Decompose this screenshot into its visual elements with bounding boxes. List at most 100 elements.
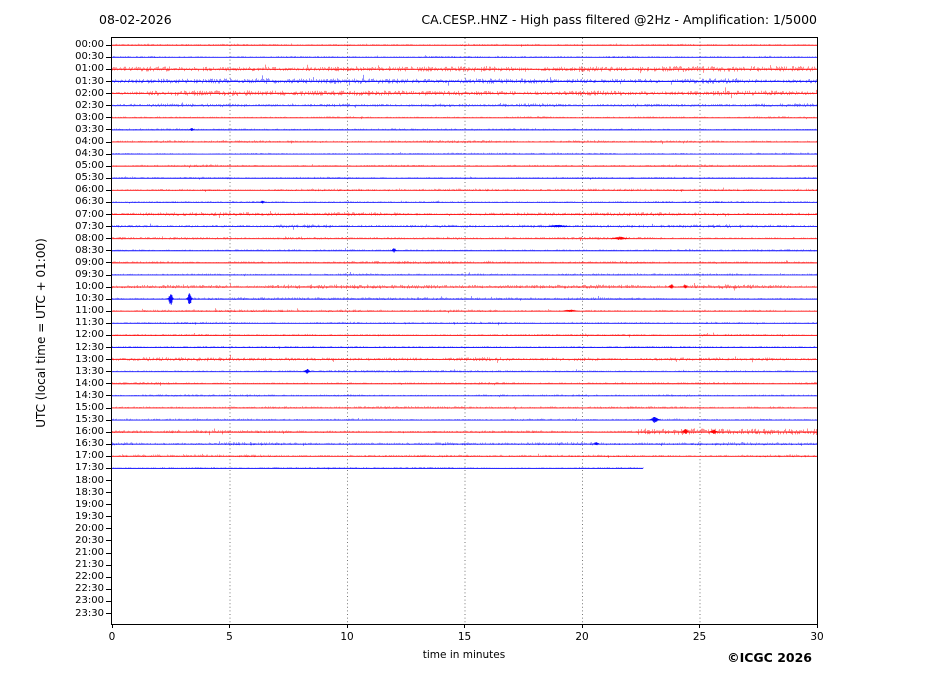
y-tick-mark bbox=[106, 117, 111, 119]
y-tick-mark bbox=[106, 238, 111, 240]
y-tick-label: 02:30 bbox=[75, 99, 104, 111]
y-tick-mark bbox=[106, 588, 111, 590]
y-tick-label: 13:30 bbox=[75, 365, 104, 377]
helicorder-canvas bbox=[112, 38, 817, 623]
y-tick-label: 05:30 bbox=[75, 172, 104, 184]
x-tick-label: 25 bbox=[692, 631, 707, 643]
y-tick-label: 11:30 bbox=[75, 317, 104, 329]
x-tick-label: 30 bbox=[810, 631, 824, 643]
y-tick-mark bbox=[106, 467, 111, 469]
y-tick-label: 22:30 bbox=[75, 583, 104, 595]
y-tick-label: 10:00 bbox=[75, 281, 104, 293]
x-tick-mark bbox=[111, 624, 113, 628]
y-tick-mark bbox=[106, 274, 111, 276]
y-tick-mark bbox=[106, 455, 111, 457]
y-tick-mark bbox=[106, 528, 111, 530]
y-tick-label: 19:00 bbox=[75, 498, 104, 510]
y-tick-label: 07:00 bbox=[75, 208, 104, 220]
y-tick-label: 18:00 bbox=[75, 474, 104, 486]
y-tick-mark bbox=[106, 492, 111, 494]
y-tick-label: 07:30 bbox=[75, 220, 104, 232]
y-tick-mark bbox=[106, 419, 111, 421]
x-tick-mark bbox=[464, 624, 465, 628]
y-tick-label: 22:00 bbox=[75, 571, 104, 583]
y-tick-mark bbox=[106, 322, 111, 324]
y-tick-label: 18:30 bbox=[75, 486, 104, 498]
x-tick-label: 10 bbox=[340, 631, 354, 643]
y-tick-mark bbox=[106, 504, 111, 506]
y-tick-mark bbox=[106, 105, 111, 107]
y-tick-label: 08:30 bbox=[75, 244, 104, 256]
y-tick-mark bbox=[106, 443, 111, 445]
plot-title: CA.CESP..HNZ - High pass filtered @2Hz -… bbox=[421, 12, 817, 27]
y-tick-mark bbox=[106, 214, 111, 216]
y-tick-label: 11:00 bbox=[75, 305, 104, 317]
y-tick-mark bbox=[106, 44, 111, 46]
y-tick-label: 09:00 bbox=[75, 256, 104, 268]
y-tick-mark bbox=[106, 564, 111, 566]
y-tick-label: 17:30 bbox=[75, 462, 104, 474]
copyright-credit: ©ICGC 2026 bbox=[727, 650, 812, 665]
y-tick-mark bbox=[106, 600, 111, 602]
y-tick-mark bbox=[106, 93, 111, 95]
y-tick-label: 09:30 bbox=[75, 269, 104, 280]
y-tick-mark bbox=[106, 129, 111, 131]
y-tick-mark bbox=[106, 226, 111, 228]
y-tick-mark bbox=[106, 177, 111, 179]
y-tick-label: 20:30 bbox=[75, 534, 104, 546]
y-tick-label: 23:30 bbox=[75, 607, 104, 619]
y-tick-label: 08:00 bbox=[75, 232, 104, 244]
x-tick-mark bbox=[346, 624, 348, 628]
y-tick-mark bbox=[106, 613, 111, 615]
y-tick-mark bbox=[106, 286, 111, 288]
y-tick-label: 06:00 bbox=[75, 184, 104, 196]
y-tick-mark bbox=[106, 141, 111, 143]
y-tick-label: 16:00 bbox=[75, 426, 104, 438]
y-tick-mark bbox=[106, 262, 111, 264]
y-tick-mark bbox=[106, 298, 111, 300]
y-tick-label: 16:30 bbox=[75, 438, 104, 450]
y-tick-label: 23:00 bbox=[75, 595, 104, 607]
y-tick-label: 05:00 bbox=[75, 160, 104, 172]
y-tick-mark bbox=[106, 359, 111, 361]
y-tick-mark bbox=[106, 189, 111, 191]
y-tick-mark bbox=[106, 347, 111, 349]
x-tick-mark bbox=[816, 624, 818, 628]
y-tick-label: 04:30 bbox=[75, 148, 104, 160]
y-tick-label: 00:00 bbox=[75, 39, 104, 51]
y-tick-mark bbox=[106, 431, 111, 433]
y-tick-mark bbox=[106, 516, 111, 518]
y-tick-label: 12:30 bbox=[75, 341, 104, 353]
y-tick-mark bbox=[106, 540, 111, 542]
y-tick-label: 01:00 bbox=[75, 63, 104, 75]
date-label: 08-02-2026 bbox=[99, 12, 172, 27]
x-axis-title: time in minutes bbox=[422, 649, 506, 661]
y-tick-label: 15:00 bbox=[75, 402, 104, 413]
y-tick-label: 14:30 bbox=[75, 389, 104, 401]
y-tick-label: 12:00 bbox=[75, 329, 104, 341]
y-tick-mark bbox=[106, 310, 111, 312]
y-tick-label: 17:00 bbox=[75, 450, 104, 462]
y-tick-label: 20:00 bbox=[75, 522, 104, 534]
y-tick-label: 14:00 bbox=[75, 377, 104, 389]
x-tick-label: 15 bbox=[457, 631, 472, 643]
x-tick-mark bbox=[699, 624, 700, 628]
y-tick-label: 06:30 bbox=[75, 196, 104, 208]
y-tick-mark bbox=[106, 371, 111, 373]
y-tick-mark bbox=[106, 395, 111, 397]
y-tick-mark bbox=[106, 81, 111, 83]
y-tick-mark bbox=[106, 334, 111, 336]
x-tick-mark bbox=[229, 624, 230, 628]
y-tick-label: 21:30 bbox=[75, 559, 104, 571]
helicorder-page: 08-02-2026 CA.CESP..HNZ - High pass filt… bbox=[0, 0, 927, 696]
y-tick-label: 21:00 bbox=[75, 547, 104, 559]
y-tick-mark bbox=[106, 480, 111, 482]
y-tick-mark bbox=[106, 56, 111, 58]
y-tick-label: 04:00 bbox=[75, 136, 104, 148]
y-tick-label: 02:00 bbox=[75, 87, 104, 99]
y-tick-label: 03:00 bbox=[75, 111, 104, 123]
y-tick-mark bbox=[106, 576, 111, 578]
y-tick-label: 19:30 bbox=[75, 510, 104, 522]
y-tick-mark bbox=[106, 153, 111, 155]
y-tick-label: 03:30 bbox=[75, 123, 104, 135]
